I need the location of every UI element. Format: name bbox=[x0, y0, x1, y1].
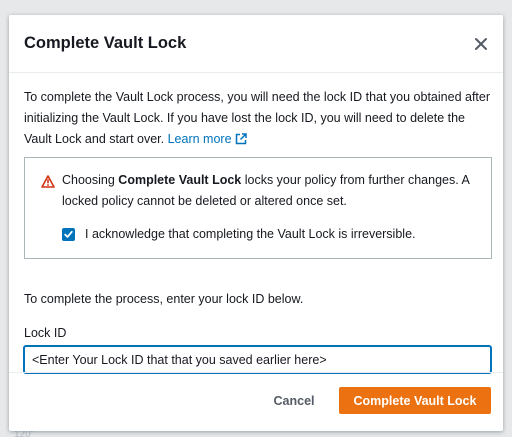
modal-header: Complete Vault Lock bbox=[9, 15, 503, 73]
process-instruction: To complete the process, enter your lock… bbox=[24, 292, 304, 306]
acknowledge-label[interactable]: I acknowledge that completing the Vault … bbox=[85, 227, 416, 241]
warning-icon bbox=[41, 175, 55, 188]
acknowledge-row: I acknowledge that completing the Vault … bbox=[62, 227, 416, 241]
warning-alert: Choosing Complete Vault Lock locks your … bbox=[24, 157, 492, 259]
intro-paragraph: To complete the Vault Lock process, you … bbox=[24, 87, 492, 150]
close-button[interactable] bbox=[469, 32, 493, 56]
warning-text-prefix: Choosing bbox=[62, 173, 119, 187]
close-icon bbox=[475, 38, 487, 50]
learn-more-link[interactable]: Learn more bbox=[168, 132, 247, 146]
intro-text: To complete the Vault Lock process, you … bbox=[24, 90, 491, 146]
complete-vault-lock-modal: Complete Vault Lock To complete the Vaul… bbox=[9, 15, 503, 431]
complete-vault-lock-button[interactable]: Complete Vault Lock bbox=[339, 387, 491, 414]
warning-text: Choosing Complete Vault Lock locks your … bbox=[62, 170, 482, 212]
checkmark-icon bbox=[64, 230, 73, 238]
learn-more-label: Learn more bbox=[167, 132, 232, 146]
external-link-icon bbox=[235, 133, 247, 145]
lock-id-label: Lock ID bbox=[24, 326, 67, 340]
warning-text-bold: Complete Vault Lock bbox=[118, 173, 242, 187]
lock-id-input[interactable] bbox=[24, 346, 491, 373]
modal-title: Complete Vault Lock bbox=[24, 34, 187, 52]
modal-footer: Cancel Complete Vault Lock bbox=[9, 372, 503, 431]
acknowledge-checkbox[interactable] bbox=[62, 227, 75, 241]
cancel-button[interactable]: Cancel bbox=[254, 387, 334, 414]
